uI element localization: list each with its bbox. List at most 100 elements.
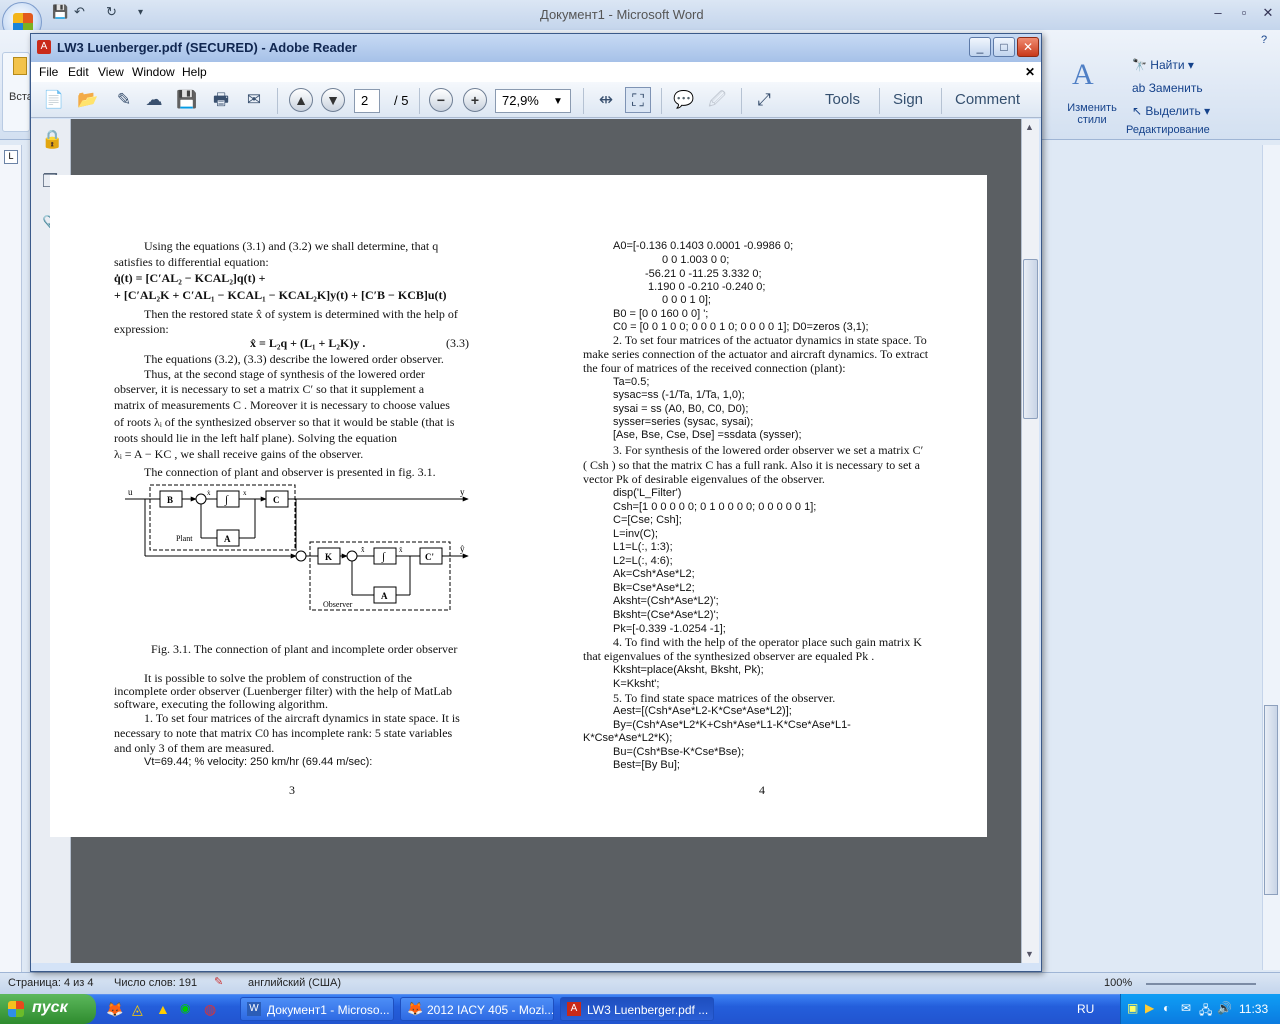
change-styles-button[interactable]: A Изменить стили [1062,58,1118,128]
ruler-tab-selector[interactable]: L [4,150,18,164]
reader-title-bar: A LW3 Luenberger.pdf (SECURED) - Adobe R… [31,34,1041,62]
paste-group[interactable]: Вста [2,52,33,132]
code-line: sysai = ss (A0, B0, C0, D0); [613,403,749,415]
status-language[interactable]: английский (США) [248,977,341,989]
lock-icon[interactable]: 🔒 [41,129,63,150]
pdf-page: Using the equations (3.1) and (3.2) we s… [50,175,987,837]
code-line: -56.21 0 -11.25 3.332 0; [645,268,762,280]
quicklaunch-icon[interactable]: ◬ [132,1001,143,1018]
replace-button[interactable]: ab Заменить [1132,81,1203,95]
email-icon[interactable]: ✉ [241,87,267,113]
task-word-label: Документ1 - Microso... [267,1003,390,1017]
menu-edit[interactable]: Edit [68,65,89,79]
page-number-4: 4 [759,783,765,797]
find-label: Найти [1150,58,1185,72]
tray-icon[interactable]: ✉ [1181,1001,1191,1015]
task-firefox[interactable]: 🦊 2012 IACY 405 - Mozi... [400,997,554,1021]
fit-width-icon[interactable]: ⇹ [593,87,619,113]
label-y: y [460,487,465,497]
qat-dropdown-icon[interactable]: ▾ [138,7,154,23]
tray-icon[interactable]: ◐ [1163,1001,1170,1015]
arrow-head [260,496,267,502]
firefox-quicklaunch-icon[interactable]: 🦊 [106,1001,123,1018]
zoom-slider[interactable] [1146,983,1256,985]
start-button[interactable]: пуск [0,994,96,1024]
scroll-down-icon[interactable]: ▼ [1025,949,1034,959]
clock[interactable]: 11:33 [1239,1002,1268,1016]
quicklaunch-icon[interactable]: ◍ [204,1001,216,1018]
status-zoom[interactable]: 100% [1104,977,1132,989]
create-pdf-icon[interactable]: 📄 [41,87,67,113]
text-line: of roots λᵢ of the synthesized observer … [114,415,455,429]
menu-file[interactable]: File [39,65,58,79]
status-words[interactable]: Число слов: 191 [114,977,197,989]
code-line: Ak=Csh*Ase*L2; [613,568,695,580]
fit-page-icon[interactable]: ⛶ [625,87,651,113]
full-screen-icon[interactable]: ⤢ [751,87,777,113]
text-line: roots should lie in the left half plane)… [114,431,397,445]
menu-window[interactable]: Window [132,65,175,79]
word-scroll-thumb[interactable] [1264,705,1278,895]
code-line: 1.190 0 -0.210 -0.240 0; [648,281,766,293]
find-button[interactable]: 🔭 Найти ▾ [1132,58,1194,72]
edit-pdf-icon[interactable]: ✎ [111,87,137,113]
paste-icon [13,57,27,75]
reader-maximize-button[interactable]: □ [993,37,1015,57]
word-minimize-button[interactable]: – [1208,5,1228,23]
sign-button[interactable]: Sign [893,91,923,108]
task-word[interactable]: W Документ1 - Microso... [240,997,394,1021]
zoom-dropdown-icon[interactable]: ▼ [553,96,563,107]
text-line: vector Pk of desirable eigenvalues of th… [583,472,825,486]
help-icon[interactable]: ? [1261,34,1267,46]
summing-junction [295,550,307,562]
tray-icon[interactable]: ▶ [1145,1001,1154,1015]
change-styles-label: Изменить стили [1067,102,1117,126]
page-total-label: / 5 [394,93,409,108]
reader-vertical-scrollbar[interactable]: ▲ ▼ [1021,119,1039,963]
quicklaunch-icon[interactable]: ▲ [156,1001,170,1017]
proofing-icon[interactable]: ✎ [214,975,223,988]
text-line: make series connection of the actuator a… [583,347,929,361]
word-vertical-scrollbar[interactable] [1262,145,1280,970]
quicklaunch-icon[interactable]: ◉ [180,1001,190,1015]
menu-help[interactable]: Help [182,65,207,79]
task-reader-label: LW3 Luenberger.pdf ... [587,1003,709,1017]
tray-icon[interactable]: ▣ [1127,1001,1138,1015]
menu-view[interactable]: View [98,65,124,79]
print-icon[interactable]: 🖶 [208,87,234,113]
next-page-button[interactable]: ▼ [321,88,345,112]
undo-icon[interactable]: ↶ [74,4,90,20]
scroll-up-icon[interactable]: ▲ [1025,122,1034,132]
word-maximize-button[interactable]: ▫ [1234,5,1254,23]
redo-icon[interactable]: ↻ [106,4,122,20]
tools-button[interactable]: Tools [825,91,860,108]
zoom-out-button[interactable]: − [429,88,453,112]
prev-page-button[interactable]: ▲ [289,88,313,112]
open-file-icon[interactable]: 📂 [75,87,101,113]
word-close-button[interactable]: ✕ [1258,5,1278,23]
text-line: 4. To find with the help of the operator… [613,635,922,649]
label-xdot: ẋ [207,489,211,497]
toolbar-separator [941,88,942,114]
save-icon[interactable]: 💾 [52,4,68,20]
page-number-input[interactable]: 2 [354,89,380,113]
reader-close-button[interactable]: ✕ [1017,37,1039,57]
reader-minimize-button[interactable]: _ [969,37,991,57]
comment-button[interactable]: Comment [955,91,1020,108]
text-line: necessary to note that matrix C0 has inc… [114,726,453,740]
tray-icon[interactable]: 🖧 [1199,1001,1212,1022]
firefox-icon: 🦊 [407,1001,424,1016]
status-page[interactable]: Страница: 4 из 4 [8,977,94,989]
language-indicator[interactable]: RU [1077,1002,1094,1016]
upload-cloud-icon[interactable]: ☁ [141,87,167,113]
select-button[interactable]: ↖ Выделить ▾ [1132,104,1210,118]
reader-scroll-thumb[interactable] [1023,259,1038,419]
summing-junction [195,493,207,505]
close-document-icon[interactable]: ✕ [1025,65,1035,79]
zoom-in-button[interactable]: + [463,88,487,112]
toolbar-separator [277,88,278,114]
task-reader[interactable]: A LW3 Luenberger.pdf ... [560,997,714,1021]
reader-menu-bar: File Edit View Window Help ✕ [31,62,1041,82]
volume-icon[interactable]: 🔊 [1217,1001,1232,1015]
label-k: K [325,552,332,562]
